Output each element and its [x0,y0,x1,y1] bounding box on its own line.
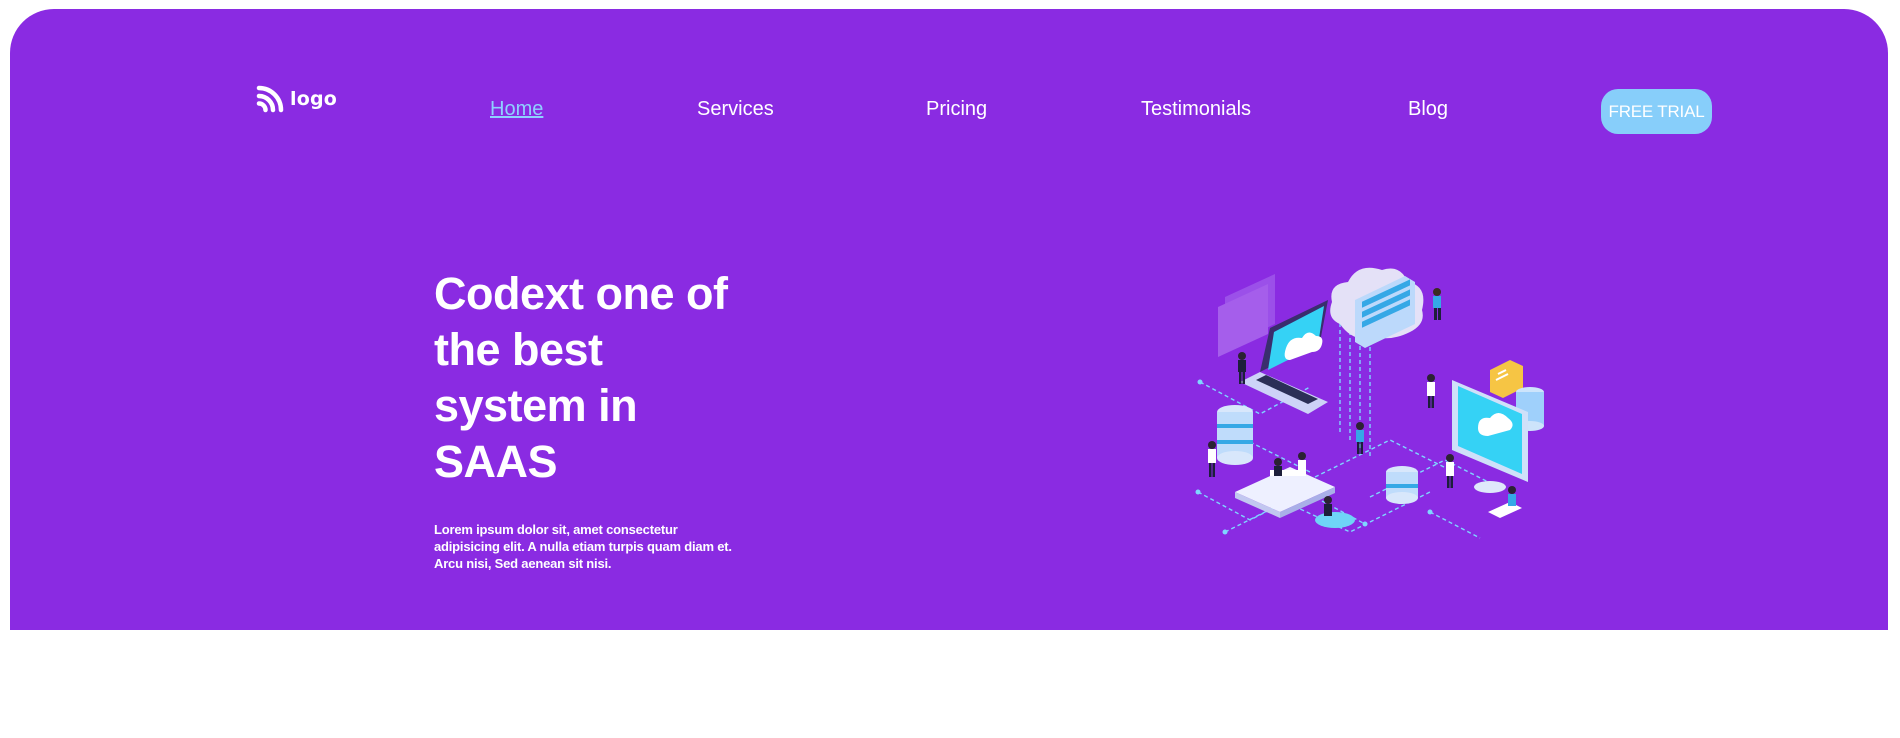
nav-link-testimonials[interactable]: Testimonials [1141,98,1251,121]
nav-link-home[interactable]: Home [490,98,543,121]
isometric-cloud-network-illustration [1195,267,1544,539]
rss-icon [256,85,284,113]
nav-link-blog[interactable]: Blog [1408,98,1448,121]
logo[interactable]: logo [256,85,337,113]
hero-headline: Codext one of the best system in SAAS [434,268,728,487]
hero-description: Lorem ipsum dolor sit, amet consectetur … [434,522,732,571]
nav-link-services[interactable]: Services [697,98,774,121]
nav-link-pricing[interactable]: Pricing [926,98,987,121]
free-trial-button[interactable]: FREE TRIAL [1601,89,1712,134]
logo-text: logo [290,88,338,110]
